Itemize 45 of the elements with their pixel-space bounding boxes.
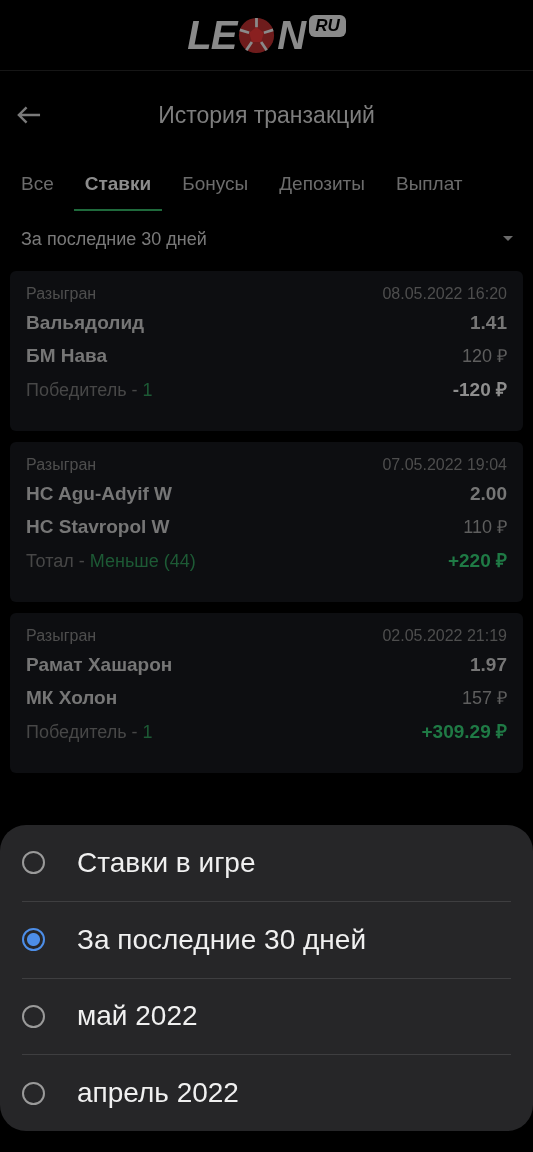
page-title: История транзакций xyxy=(157,101,376,129)
bet-status: Разыгран xyxy=(26,627,97,645)
period-dropdown[interactable]: За последние 30 дней xyxy=(0,211,533,267)
bet-market: Победитель - 1 xyxy=(26,722,153,743)
bet-stake: 157 ₽ xyxy=(461,687,507,709)
logo-badge: RU xyxy=(309,14,346,37)
bet-odds: 2.00 xyxy=(470,483,507,505)
radio-button[interactable] xyxy=(22,1004,45,1028)
bet-stake: 120 ₽ xyxy=(461,345,507,367)
bet-result: -120 ₽ xyxy=(452,378,507,402)
team-name: Рамат Хашарон xyxy=(26,654,173,676)
bet-result: +220 ₽ xyxy=(447,549,507,573)
back-arrow-icon[interactable] xyxy=(16,105,41,125)
tab[interactable]: Все xyxy=(10,159,65,211)
team-name: МК Холон xyxy=(26,687,118,709)
bet-market: Победитель - 1 xyxy=(26,380,153,401)
logo-text: LE xyxy=(187,12,237,58)
period-option[interactable]: Ставки в игре xyxy=(22,825,511,902)
radio-button[interactable] xyxy=(22,851,45,875)
period-option[interactable]: апрель 2022 xyxy=(22,1055,511,1131)
period-option[interactable]: май 2022 xyxy=(22,978,511,1056)
bet-stake: 110 ₽ xyxy=(463,516,507,538)
bet-market: Тотал - Меньше (44) xyxy=(26,551,196,572)
tab[interactable]: Депозиты xyxy=(268,159,376,211)
team-name: Вальядолид xyxy=(26,312,145,334)
ball-icon xyxy=(238,16,276,54)
tab[interactable]: Бонусы xyxy=(171,159,260,211)
radio-button[interactable] xyxy=(22,1081,45,1105)
period-option[interactable]: За последние 30 дней xyxy=(22,901,511,979)
radio-button[interactable] xyxy=(22,928,45,952)
bet-date: 08.05.2022 16:20 xyxy=(382,285,507,303)
team-name: БМ Нава xyxy=(26,345,108,367)
bet-status: Разыгран xyxy=(26,285,97,303)
team-name: HC Stavropol W xyxy=(26,516,170,538)
tab[interactable]: Выплат xyxy=(384,159,474,211)
bet-result: +309.29 ₽ xyxy=(421,720,507,744)
caret-icon xyxy=(503,236,513,242)
team-name: HC Agu-Adyif W xyxy=(26,483,172,505)
logo-text: N xyxy=(277,12,306,58)
bet-date: 07.05.2022 19:04 xyxy=(382,456,507,474)
bet-date: 02.05.2022 21:19 xyxy=(382,627,507,645)
bet-odds: 1.97 xyxy=(470,654,507,676)
tab[interactable]: Ставки xyxy=(73,159,163,211)
bet-status: Разыгран xyxy=(26,456,97,474)
bet-odds: 1.41 xyxy=(470,312,507,334)
